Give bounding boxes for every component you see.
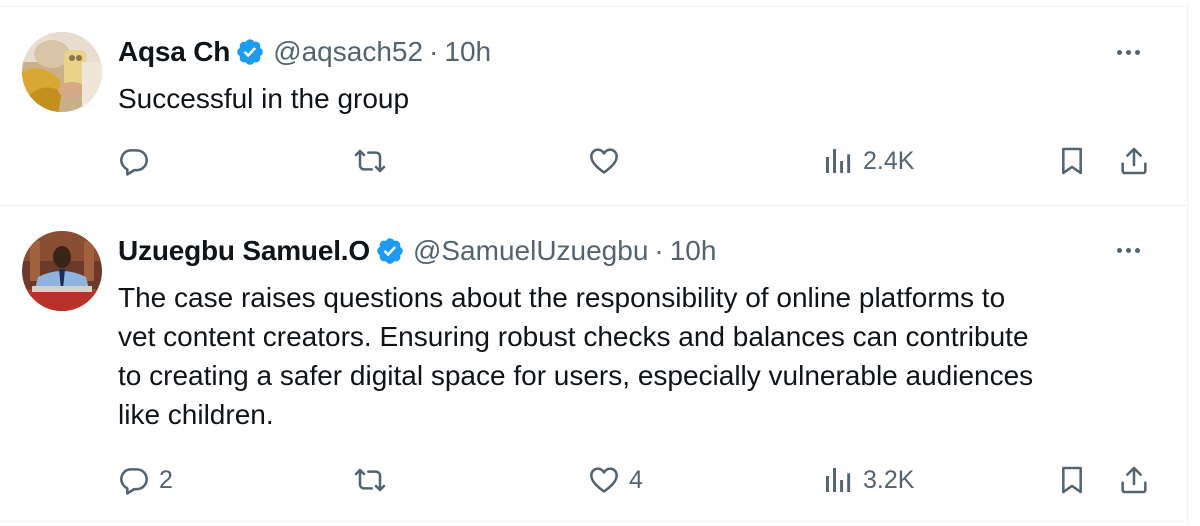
tweet-text: Successful in the group (118, 79, 1148, 118)
share-icon (1121, 466, 1147, 494)
author-name[interactable]: Uzuegbu Samuel.O (118, 235, 370, 267)
tweet-aqsa[interactable]: Aqsa Ch @aqsach52 · 10h Successful in th… (0, 7, 1188, 206)
reply-button[interactable]: 2 (118, 460, 173, 500)
bookmark-icon (1062, 147, 1082, 175)
verified-badge-icon (237, 39, 263, 65)
avatar[interactable] (22, 32, 102, 112)
tweet-text-line: Successful in the group (118, 83, 410, 114)
reply-icon (120, 149, 148, 176)
more-icon[interactable] (1108, 37, 1148, 67)
tweet-text: The case raises questions about the resp… (118, 278, 1148, 434)
tweet-header: Aqsa Ch @aqsach52 · 10h (118, 34, 491, 70)
timestamp[interactable]: 10h (670, 235, 717, 267)
separator: · (429, 36, 439, 67)
views-button[interactable]: 2.4K (822, 141, 914, 181)
like-count: 4 (629, 465, 643, 494)
tweet-uzuegbu[interactable]: Uzuegbu Samuel.O @SamuelUzuegbu · 10h Th… (0, 206, 1188, 522)
tweet-text-line: like children. (118, 399, 274, 430)
reply-icon (120, 468, 148, 495)
views-icon (826, 468, 851, 492)
views-button[interactable]: 3.2K (822, 460, 914, 500)
retweet-icon (354, 468, 386, 492)
share-button[interactable] (1118, 460, 1150, 500)
bookmark-button[interactable] (1056, 460, 1088, 500)
view-count: 3.2K (863, 465, 915, 494)
verified-badge-icon (377, 238, 403, 264)
tweet-text-line: vet content creators. Ensuring robust ch… (118, 321, 1029, 352)
timestamp[interactable]: 10h (444, 36, 491, 68)
more-icon[interactable] (1108, 235, 1148, 265)
separator: · (654, 235, 664, 266)
tweet-header: Uzuegbu Samuel.O @SamuelUzuegbu · 10h (118, 233, 716, 269)
author-handle[interactable]: @aqsach52 (273, 36, 423, 68)
share-button[interactable] (1118, 141, 1150, 181)
author-name[interactable]: Aqsa Ch (118, 36, 230, 68)
retweet-button[interactable] (354, 141, 395, 181)
avatar[interactable] (22, 231, 102, 311)
views-icon (826, 149, 851, 173)
retweet-icon (354, 149, 386, 173)
tweet-text-line: The case raises questions about the resp… (118, 282, 1006, 313)
action-bar: 2 4 3.2K (0, 460, 1188, 500)
tweet-text-line: to creating a safer digital space for us… (118, 360, 1034, 391)
retweet-button[interactable] (354, 460, 395, 500)
like-button[interactable] (588, 141, 629, 181)
action-bar: 2.4K (0, 141, 1188, 181)
bookmark-button[interactable] (1056, 141, 1088, 181)
reply-button[interactable] (118, 141, 159, 181)
author-handle[interactable]: @SamuelUzuegbu (413, 235, 648, 267)
share-icon (1121, 147, 1147, 175)
reply-count: 2 (159, 465, 173, 494)
like-button[interactable]: 4 (588, 460, 643, 500)
view-count: 2.4K (863, 146, 915, 175)
bookmark-icon (1062, 466, 1082, 494)
like-icon (590, 148, 618, 174)
like-icon (590, 467, 618, 493)
timeline: Aqsa Ch @aqsach52 · 10h Successful in th… (0, 0, 1188, 526)
